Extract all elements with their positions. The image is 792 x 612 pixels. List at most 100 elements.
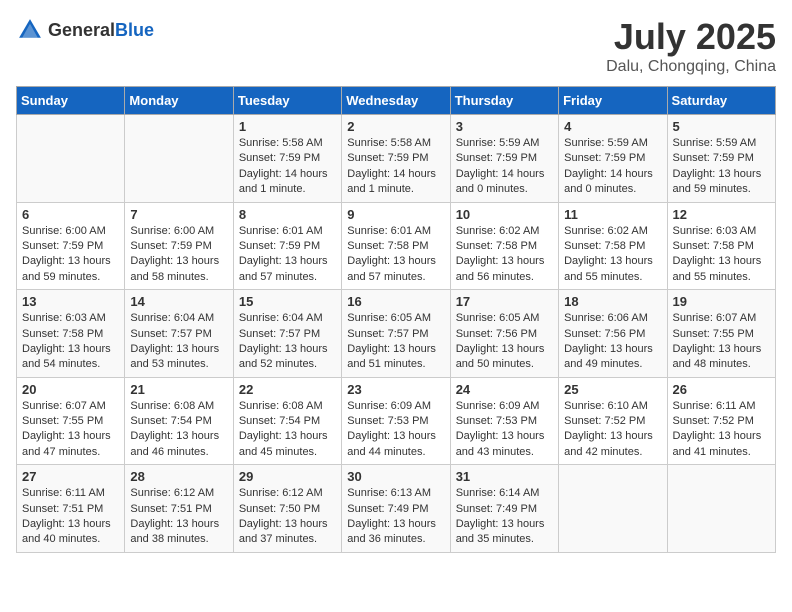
calendar-week-row: 27 Sunrise: 6:11 AM Sunset: 7:51 PM Dayli…: [17, 465, 776, 553]
day-number: 14: [130, 294, 227, 309]
day-number: 4: [564, 119, 661, 134]
day-detail: Sunrise: 6:12 AM Sunset: 7:51 PM Dayligh…: [130, 486, 227, 548]
day-number: 23: [347, 382, 444, 397]
day-number: 25: [564, 382, 661, 397]
day-number: 12: [673, 207, 770, 222]
day-detail: Sunrise: 6:07 AM Sunset: 7:55 PM Dayligh…: [22, 399, 119, 461]
calendar-cell: 27 Sunrise: 6:11 AM Sunset: 7:51 PM Dayli…: [17, 465, 125, 553]
calendar-cell: 24 Sunrise: 6:09 AM Sunset: 7:53 PM Dayli…: [450, 377, 558, 465]
logo-icon: [16, 16, 44, 44]
day-number: 11: [564, 207, 661, 222]
day-number: 6: [22, 207, 119, 222]
calendar-cell: 9 Sunrise: 6:01 AM Sunset: 7:58 PM Daylig…: [342, 202, 450, 290]
weekday-header-friday: Friday: [559, 87, 667, 115]
day-number: 28: [130, 469, 227, 484]
calendar-cell: 11 Sunrise: 6:02 AM Sunset: 7:58 PM Dayli…: [559, 202, 667, 290]
title-area: July 2025 Dalu, Chongqing, China: [606, 16, 776, 76]
weekday-header-sunday: Sunday: [17, 87, 125, 115]
weekday-header-row: SundayMondayTuesdayWednesdayThursdayFrid…: [17, 87, 776, 115]
day-detail: Sunrise: 6:05 AM Sunset: 7:57 PM Dayligh…: [347, 311, 444, 373]
day-detail: Sunrise: 6:00 AM Sunset: 7:59 PM Dayligh…: [130, 224, 227, 286]
day-number: 9: [347, 207, 444, 222]
calendar-cell: 13 Sunrise: 6:03 AM Sunset: 7:58 PM Dayli…: [17, 290, 125, 378]
calendar-week-row: 1 Sunrise: 5:58 AM Sunset: 7:59 PM Daylig…: [17, 115, 776, 203]
calendar-cell: 10 Sunrise: 6:02 AM Sunset: 7:58 PM Dayli…: [450, 202, 558, 290]
day-number: 20: [22, 382, 119, 397]
day-number: 15: [239, 294, 336, 309]
day-detail: Sunrise: 6:05 AM Sunset: 7:56 PM Dayligh…: [456, 311, 553, 373]
calendar-cell: 28 Sunrise: 6:12 AM Sunset: 7:51 PM Dayli…: [125, 465, 233, 553]
day-number: 31: [456, 469, 553, 484]
calendar-cell: [559, 465, 667, 553]
day-number: 5: [673, 119, 770, 134]
logo: GeneralBlue: [16, 16, 154, 44]
weekday-header-wednesday: Wednesday: [342, 87, 450, 115]
day-detail: Sunrise: 6:09 AM Sunset: 7:53 PM Dayligh…: [456, 399, 553, 461]
day-detail: Sunrise: 6:13 AM Sunset: 7:49 PM Dayligh…: [347, 486, 444, 548]
calendar-cell: 18 Sunrise: 6:06 AM Sunset: 7:56 PM Dayli…: [559, 290, 667, 378]
calendar-cell: 12Sunrise: 6:03 AM Sunset: 7:58 PM Dayli…: [667, 202, 775, 290]
calendar-cell: 21Sunrise: 6:08 AM Sunset: 7:54 PM Dayli…: [125, 377, 233, 465]
day-detail: Sunrise: 5:59 AM Sunset: 7:59 PM Dayligh…: [673, 136, 770, 198]
weekday-header-tuesday: Tuesday: [233, 87, 341, 115]
day-number: 24: [456, 382, 553, 397]
calendar-cell: [17, 115, 125, 203]
day-number: 19: [673, 294, 770, 309]
day-detail: Sunrise: 6:12 AM Sunset: 7:50 PM Dayligh…: [239, 486, 336, 548]
calendar-cell: 1 Sunrise: 5:58 AM Sunset: 7:59 PM Daylig…: [233, 115, 341, 203]
day-number: 27: [22, 469, 119, 484]
calendar-cell: 4 Sunrise: 5:59 AM Sunset: 7:59 PM Daylig…: [559, 115, 667, 203]
calendar-cell: 29 Sunrise: 6:12 AM Sunset: 7:50 PM Dayli…: [233, 465, 341, 553]
calendar-cell: 23Sunrise: 6:09 AM Sunset: 7:53 PM Dayli…: [342, 377, 450, 465]
calendar-cell: 17Sunrise: 6:05 AM Sunset: 7:56 PM Dayli…: [450, 290, 558, 378]
day-detail: Sunrise: 6:06 AM Sunset: 7:56 PM Dayligh…: [564, 311, 661, 373]
day-number: 13: [22, 294, 119, 309]
calendar-table: SundayMondayTuesdayWednesdayThursdayFrid…: [16, 86, 776, 553]
day-detail: Sunrise: 6:04 AM Sunset: 7:57 PM Dayligh…: [239, 311, 336, 373]
calendar-cell: 31 Sunrise: 6:14 AM Sunset: 7:49 PM Dayli…: [450, 465, 558, 553]
calendar-cell: [125, 115, 233, 203]
calendar-cell: 8 Sunrise: 6:01 AM Sunset: 7:59 PM Daylig…: [233, 202, 341, 290]
day-detail: Sunrise: 6:11 AM Sunset: 7:52 PM Dayligh…: [673, 399, 770, 461]
day-detail: Sunrise: 6:04 AM Sunset: 7:57 PM Dayligh…: [130, 311, 227, 373]
day-detail: Sunrise: 5:59 AM Sunset: 7:59 PM Dayligh…: [456, 136, 553, 198]
day-detail: Sunrise: 6:08 AM Sunset: 7:54 PM Dayligh…: [239, 399, 336, 461]
day-detail: Sunrise: 6:14 AM Sunset: 7:49 PM Dayligh…: [456, 486, 553, 548]
day-detail: Sunrise: 6:11 AM Sunset: 7:51 PM Dayligh…: [22, 486, 119, 548]
logo-text-blue: Blue: [115, 20, 154, 40]
calendar-cell: 14 Sunrise: 6:04 AM Sunset: 7:57 PM Dayli…: [125, 290, 233, 378]
calendar-cell: 16 Sunrise: 6:05 AM Sunset: 7:57 PM Dayli…: [342, 290, 450, 378]
calendar-cell: 22 Sunrise: 6:08 AM Sunset: 7:54 PM Dayli…: [233, 377, 341, 465]
day-detail: Sunrise: 5:58 AM Sunset: 7:59 PM Dayligh…: [239, 136, 336, 198]
day-detail: Sunrise: 6:10 AM Sunset: 7:52 PM Dayligh…: [564, 399, 661, 461]
calendar-cell: 15 Sunrise: 6:04 AM Sunset: 7:57 PM Dayli…: [233, 290, 341, 378]
day-detail: Sunrise: 6:08 AM Sunset: 7:54 PM Dayligh…: [130, 399, 227, 461]
day-detail: Sunrise: 6:07 AM Sunset: 7:55 PM Dayligh…: [673, 311, 770, 373]
day-detail: Sunrise: 5:59 AM Sunset: 7:59 PM Dayligh…: [564, 136, 661, 198]
day-detail: Sunrise: 6:02 AM Sunset: 7:58 PM Dayligh…: [564, 224, 661, 286]
page-header: GeneralBlue July 2025 Dalu, Chongqing, C…: [16, 16, 776, 76]
day-detail: Sunrise: 6:01 AM Sunset: 7:59 PM Dayligh…: [239, 224, 336, 286]
day-number: 30: [347, 469, 444, 484]
month-title: July 2025: [606, 16, 776, 58]
day-number: 22: [239, 382, 336, 397]
day-number: 8: [239, 207, 336, 222]
calendar-cell: 2Sunrise: 5:58 AM Sunset: 7:59 PM Daylig…: [342, 115, 450, 203]
day-detail: Sunrise: 6:02 AM Sunset: 7:58 PM Dayligh…: [456, 224, 553, 286]
calendar-cell: 20 Sunrise: 6:07 AM Sunset: 7:55 PM Dayli…: [17, 377, 125, 465]
calendar-cell: 5 Sunrise: 5:59 AM Sunset: 7:59 PM Daylig…: [667, 115, 775, 203]
calendar-cell: 30 Sunrise: 6:13 AM Sunset: 7:49 PM Dayli…: [342, 465, 450, 553]
day-number: 29: [239, 469, 336, 484]
day-number: 10: [456, 207, 553, 222]
day-number: 18: [564, 294, 661, 309]
calendar-week-row: 13 Sunrise: 6:03 AM Sunset: 7:58 PM Dayli…: [17, 290, 776, 378]
day-number: 16: [347, 294, 444, 309]
day-number: 2: [347, 119, 444, 134]
day-number: 1: [239, 119, 336, 134]
logo-text-general: General: [48, 20, 115, 40]
day-detail: Sunrise: 6:01 AM Sunset: 7:58 PM Dayligh…: [347, 224, 444, 286]
day-detail: Sunrise: 6:00 AM Sunset: 7:59 PM Dayligh…: [22, 224, 119, 286]
day-number: 7: [130, 207, 227, 222]
weekday-header-thursday: Thursday: [450, 87, 558, 115]
day-detail: Sunrise: 6:03 AM Sunset: 7:58 PM Dayligh…: [22, 311, 119, 373]
